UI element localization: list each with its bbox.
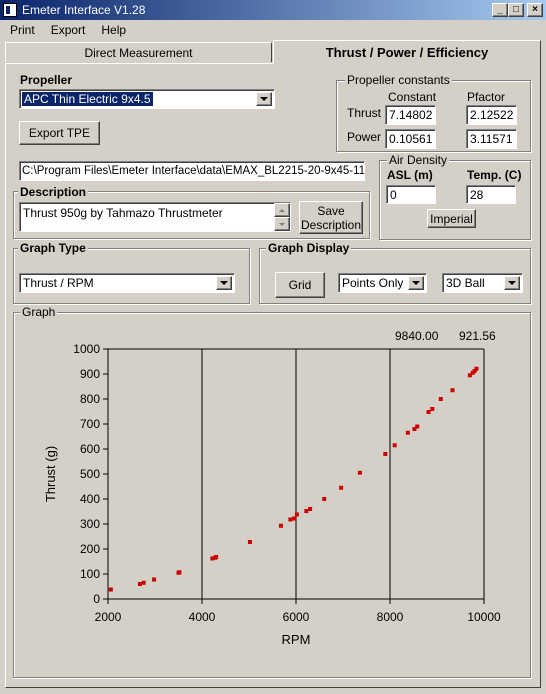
y-tick-label: 800 [80, 392, 100, 406]
menu-help[interactable]: Help [101, 23, 126, 39]
description-scrollbar[interactable] [274, 203, 290, 231]
y-tick-label: 400 [80, 492, 100, 506]
data-point [177, 570, 182, 575]
y-tick-label: 100 [80, 567, 100, 581]
y-tick-label: 500 [80, 467, 100, 481]
description-textarea[interactable]: Thrust 950g by Tahmazo Thrustmeter [19, 202, 291, 232]
y-tick-label: 900 [80, 367, 100, 381]
chevron-down-icon[interactable] [256, 92, 272, 106]
data-point [438, 397, 443, 401]
data-point [339, 485, 344, 490]
y-tick-label: 200 [80, 542, 100, 556]
data-point [214, 555, 219, 559]
chevron-down-icon[interactable] [408, 276, 424, 290]
asl-field[interactable]: 0 [386, 185, 436, 204]
y-axis-label: Thrust (g) [43, 446, 58, 502]
temperature-field[interactable]: 28 [466, 185, 516, 204]
constant-column-header: Constant [388, 90, 437, 104]
thrust-rpm-chart: Thrust (g) RPM 0 100 200 300 400 500 600 700 800… [43, 342, 501, 647]
data-point [152, 577, 157, 582]
data-point [357, 470, 362, 475]
tab-direct-measurement[interactable]: Direct Measurement [5, 42, 272, 62]
title-bar: Emeter Interface V1.28 _ □ × [0, 0, 546, 20]
window-title: Emeter Interface V1.28 [22, 3, 146, 17]
data-point [247, 540, 252, 544]
power-row-label: Power [347, 130, 382, 144]
power-constant-field[interactable]: 0.10561 [385, 129, 436, 149]
app-icon [3, 3, 17, 17]
thrust-constant-field[interactable]: 7.14802 [385, 105, 436, 125]
power-pfactor-field[interactable]: 3.11571 [466, 129, 517, 149]
asl-label: ASL (m) [387, 168, 433, 182]
maximize-button[interactable]: □ [508, 3, 524, 17]
data-point [383, 452, 388, 456]
data-point [474, 366, 479, 371]
data-point [141, 580, 146, 585]
propeller-constants-title: Propeller constants [345, 73, 452, 87]
point-style-select[interactable]: 3D Ball [442, 273, 523, 293]
data-point [426, 410, 431, 414]
data-point [288, 517, 293, 522]
data-point [108, 587, 113, 592]
save-description-button[interactable]: Save Description [299, 201, 363, 234]
x-tick-label: 8000 [377, 610, 404, 624]
x-tick-label: 10000 [467, 610, 501, 624]
pfactor-column-header: Pfactor [467, 90, 506, 104]
tab-thrust-power-efficiency[interactable]: Thrust / Power / Efficiency [273, 40, 541, 64]
chevron-down-icon[interactable] [216, 276, 232, 290]
x-axis-label: RPM [282, 632, 311, 647]
propeller-select[interactable]: APC Thin Electric 9x4.5 [19, 89, 275, 109]
y-tick-label: 1000 [73, 342, 100, 356]
chevron-down-icon[interactable] [504, 276, 520, 290]
menu-print[interactable]: Print [10, 23, 35, 39]
graph-type-label: Graph Type [18, 241, 88, 255]
thrust-row-label: Thrust [347, 106, 382, 120]
y-tick-label: 0 [93, 592, 100, 606]
data-point [137, 582, 142, 586]
export-tpe-button[interactable]: Export TPE [19, 121, 100, 145]
x-tick-label: 4000 [189, 610, 216, 624]
data-point [405, 430, 410, 435]
grid-button[interactable]: Grid [275, 272, 325, 298]
data-point [430, 407, 435, 411]
air-density-title: Air Density [387, 153, 450, 167]
file-path-field[interactable]: C:\Program Files\Emeter Interface\data\E… [19, 161, 365, 181]
description-label: Description [18, 185, 89, 199]
points-mode-select[interactable]: Points Only [338, 273, 427, 293]
y-tick-label: 300 [80, 517, 100, 531]
minimize-button[interactable]: _ [492, 3, 508, 17]
data-point [322, 497, 327, 501]
imperial-button[interactable]: Imperial [427, 209, 476, 228]
data-point [392, 443, 397, 448]
menu-bar: Print Export Help [10, 23, 142, 39]
graph-title: Graph [20, 305, 58, 319]
data-point [450, 388, 455, 393]
y-tick-label: 700 [80, 417, 100, 431]
x-tick-label: 2000 [95, 610, 122, 624]
x-tick-label: 6000 [283, 610, 310, 624]
data-point [278, 523, 283, 528]
data-point [415, 424, 420, 429]
data-point [304, 509, 309, 513]
scroll-up-button[interactable] [274, 203, 290, 217]
y-tick-label: 600 [80, 442, 100, 456]
propeller-label: Propeller [20, 73, 73, 87]
data-point [294, 512, 299, 517]
thrust-pfactor-field[interactable]: 2.12522 [466, 105, 517, 125]
temperature-label: Temp. (C) [467, 168, 522, 182]
close-button[interactable]: × [527, 3, 543, 17]
data-point [308, 507, 313, 511]
menu-export[interactable]: Export [51, 23, 86, 39]
scroll-down-button[interactable] [274, 217, 290, 231]
data-point [292, 516, 297, 521]
graph-type-select[interactable]: Thrust / RPM [19, 273, 235, 293]
graph-display-label: Graph Display [266, 241, 352, 255]
